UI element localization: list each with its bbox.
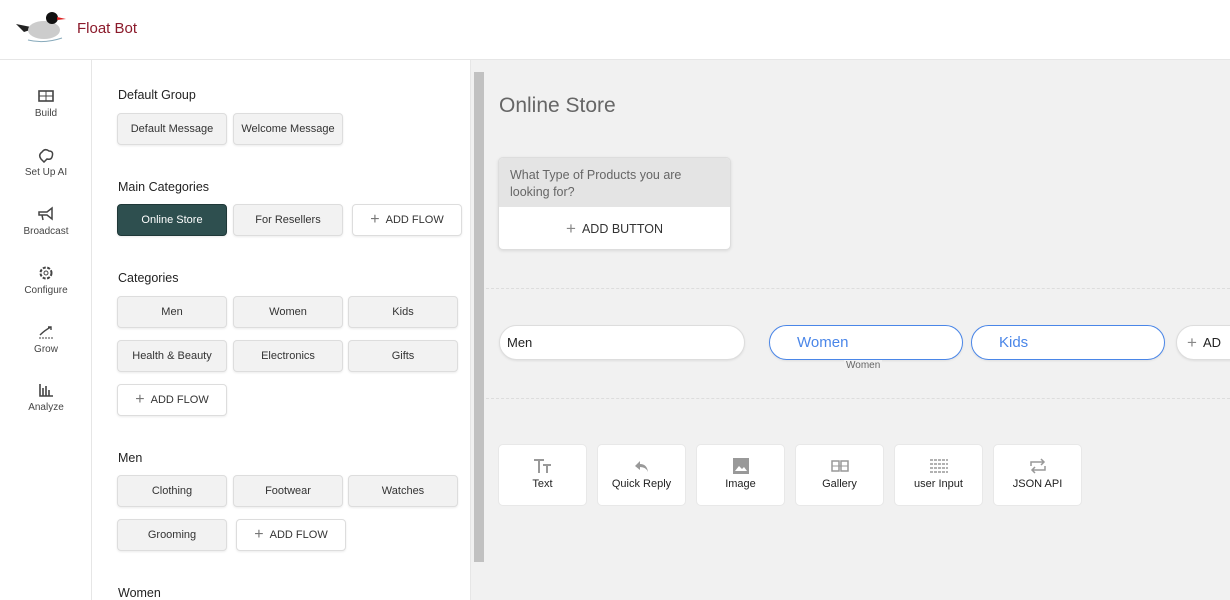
sidebar-item-label: Analyze (28, 402, 64, 413)
tool-gallery[interactable]: Gallery (795, 444, 884, 506)
plus-icon: + (1187, 332, 1197, 352)
message-text[interactable]: What Type of Products you are looking fo… (499, 158, 730, 207)
add-quick-reply[interactable]: + AD (1176, 325, 1230, 360)
flow-footwear[interactable]: Footwear (233, 475, 343, 507)
tool-json-api[interactable]: JSON API (993, 444, 1082, 506)
add-flow-button[interactable]: + ADD FLOW (236, 519, 346, 551)
flow-women[interactable]: Women (233, 296, 343, 328)
tool-label: Gallery (822, 478, 857, 490)
gallery-icon (830, 460, 849, 472)
bird-logo-icon (16, 12, 66, 43)
sidebar-item-setup-ai[interactable]: Set Up AI (0, 147, 92, 178)
sidebar-item-label: Build (34, 108, 58, 119)
divider (486, 398, 1230, 399)
flow-for-resellers[interactable]: For Resellers (233, 204, 343, 236)
flow-kids[interactable]: Kids (348, 296, 458, 328)
tool-label: Text (532, 478, 553, 490)
tool-label: Image (725, 478, 756, 490)
flow-grooming[interactable]: Grooming (117, 519, 227, 551)
scrollbar-thumb[interactable] (474, 72, 484, 562)
add-button-label: ADD BUTTON (581, 222, 663, 236)
grow-icon (39, 326, 53, 339)
sidebar-item-label: Set Up AI (24, 167, 68, 178)
tool-user-input[interactable]: user Input (894, 444, 983, 506)
tool-text[interactable]: Text (498, 444, 587, 506)
sidebar-item-configure[interactable]: Configure (0, 265, 92, 296)
tool-label: JSON API (1012, 478, 1063, 490)
flow-clothing[interactable]: Clothing (117, 475, 227, 507)
flow-health-beauty[interactable]: Health & Beauty (117, 340, 227, 372)
add-flow-label: ADD FLOW (269, 529, 328, 541)
brand-name: Float Bot (77, 20, 138, 37)
tool-image[interactable]: Image (696, 444, 785, 506)
tool-label: user Input (914, 478, 963, 490)
quick-reply-kids[interactable]: Kids (971, 325, 1165, 360)
sidebar-item-analyze[interactable]: Analyze (0, 382, 92, 413)
build-icon (38, 90, 54, 102)
image-icon (732, 458, 749, 474)
panel-scrollbar[interactable] (470, 60, 486, 600)
plus-icon: + (135, 391, 145, 408)
section-title: Men (118, 451, 143, 465)
section-title: Women (118, 586, 161, 600)
flow-men[interactable]: Men (117, 296, 227, 328)
plus-icon: + (370, 211, 380, 228)
sidebar-item-build[interactable]: Build (0, 88, 92, 119)
flow-watches[interactable]: Watches (348, 475, 458, 507)
gear-icon (39, 266, 53, 280)
section-title: Default Group (118, 88, 196, 102)
sidebar-item-label: Configure (24, 285, 68, 296)
flow-canvas: Online Store What Type of Products you a… (486, 60, 1230, 600)
quick-reply-women[interactable]: Women (769, 325, 963, 360)
add-flow-button[interactable]: + ADD FLOW (117, 384, 227, 416)
reply-icon (634, 461, 648, 472)
flow-default-message[interactable]: Default Message (117, 113, 227, 145)
chart-icon (39, 384, 53, 397)
add-label: AD (1202, 335, 1221, 350)
user-input-icon (929, 459, 948, 473)
tooltip: Women (844, 360, 883, 371)
tool-quick-reply[interactable]: Quick Reply (597, 444, 686, 506)
section-title: Categories (118, 271, 179, 285)
add-flow-label: ADD FLOW (150, 394, 209, 406)
repeat-icon (1029, 458, 1046, 474)
tool-label: Quick Reply (611, 478, 672, 490)
sidebar: Build Set Up AI Broadcast Configure Grow… (0, 60, 92, 600)
flow-electronics[interactable]: Electronics (233, 340, 343, 372)
ai-icon (38, 148, 54, 163)
message-card: What Type of Products you are looking fo… (498, 157, 731, 250)
add-flow-label: ADD FLOW (385, 214, 444, 226)
flow-panel: Default Group Default Message Welcome Me… (92, 60, 470, 600)
sidebar-item-broadcast[interactable]: Broadcast (0, 206, 92, 237)
divider (486, 288, 1230, 289)
sidebar-item-label: Broadcast (23, 226, 69, 237)
megaphone-icon (38, 206, 53, 221)
plus-icon: + (566, 219, 576, 238)
plus-icon: + (254, 526, 264, 543)
flow-online-store[interactable]: Online Store (117, 204, 227, 236)
sidebar-item-grow[interactable]: Grow (0, 324, 92, 355)
flow-title: Online Store (499, 94, 616, 117)
flow-welcome-message[interactable]: Welcome Message (233, 113, 343, 145)
add-flow-button[interactable]: + ADD FLOW (352, 204, 462, 236)
text-icon (533, 459, 551, 473)
add-button[interactable]: + ADD BUTTON (499, 207, 730, 249)
flow-gifts[interactable]: Gifts (348, 340, 458, 372)
quick-reply-men[interactable]: Men (499, 325, 745, 360)
sidebar-item-label: Grow (34, 344, 58, 355)
app-header: Float Bot (0, 0, 1230, 60)
section-title: Main Categories (118, 180, 210, 194)
